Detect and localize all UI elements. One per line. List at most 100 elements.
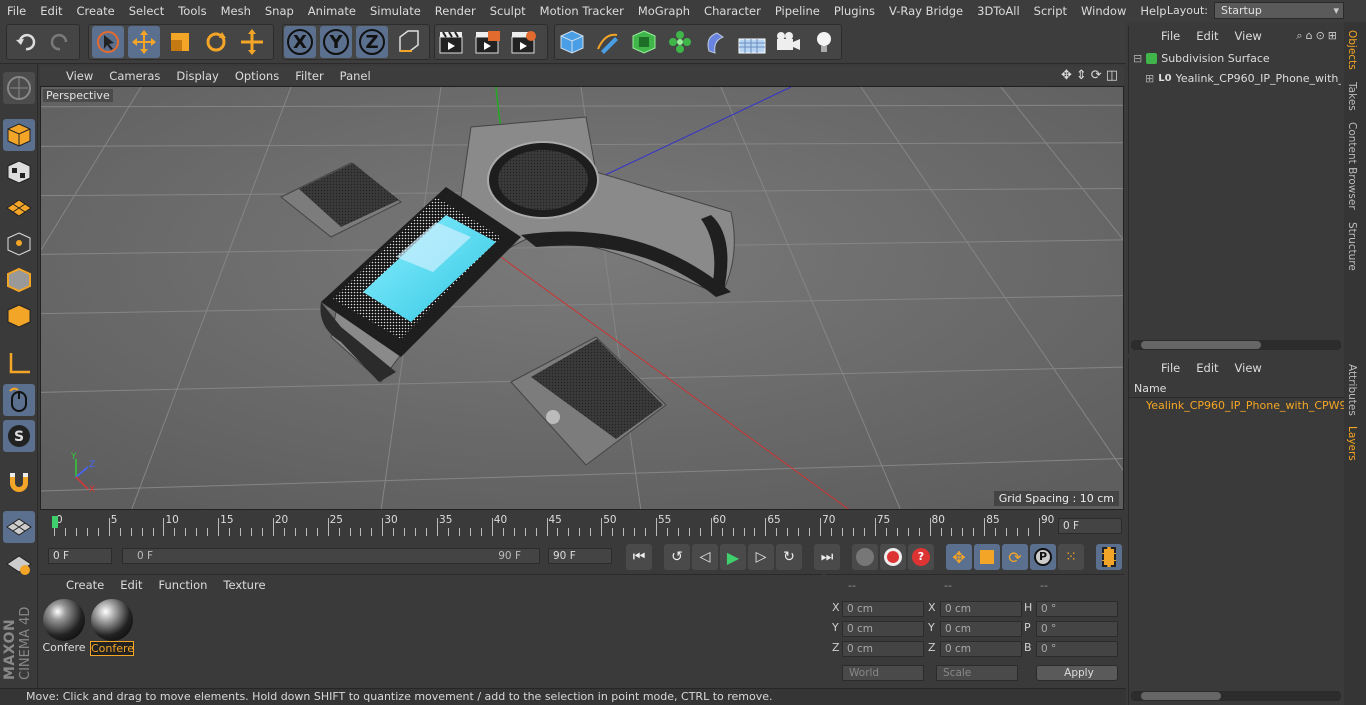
autokey-button[interactable] (880, 544, 906, 570)
key-rotation-button[interactable]: ⟳ (1002, 544, 1028, 570)
undo-button[interactable] (10, 26, 42, 58)
make-editable-button[interactable] (3, 72, 35, 104)
tab-takes[interactable]: Takes (1346, 82, 1358, 111)
enable-axis-button[interactable] (3, 348, 35, 380)
playhead[interactable] (52, 516, 58, 528)
pan-icon[interactable]: ✥ (1061, 68, 1072, 83)
menu-character[interactable]: Character (697, 4, 768, 18)
position-x-field[interactable]: 0 cm (842, 601, 924, 617)
points-mode-button[interactable] (3, 228, 35, 260)
cube-button[interactable] (556, 26, 588, 58)
menu-plugins[interactable]: Plugins (827, 4, 882, 18)
render-view-button[interactable] (436, 26, 468, 58)
viewport-menu-view[interactable]: View (58, 69, 101, 83)
menu-script[interactable]: Script (1027, 4, 1074, 18)
tab-layers[interactable]: Layers (1346, 426, 1358, 461)
size-y-field[interactable]: 0 cm (940, 621, 1022, 637)
object-menu-edit[interactable]: Edit (1188, 29, 1226, 43)
next-key-button[interactable]: ↻ (776, 544, 802, 570)
menu-create[interactable]: Create (70, 4, 122, 18)
menu-select[interactable]: Select (122, 4, 171, 18)
timeline-window-button[interactable] (1096, 544, 1122, 570)
texture-mode-button[interactable] (3, 156, 35, 188)
menu-file[interactable]: File (0, 4, 33, 18)
cloner-button[interactable] (664, 26, 696, 58)
dolly-icon[interactable]: ⇕ (1076, 68, 1087, 83)
viewport-menu-filter[interactable]: Filter (287, 69, 331, 83)
end-frame-field[interactable]: 90 F (548, 548, 612, 564)
rotation-p-field[interactable]: 0 ° (1036, 621, 1118, 637)
menu-pipeline[interactable]: Pipeline (768, 4, 827, 18)
render-picture-viewer-button[interactable] (472, 26, 504, 58)
object-menu-view[interactable]: View (1227, 29, 1270, 43)
tab-objects[interactable]: Objects (1346, 30, 1358, 70)
record-keys-off-button[interactable] (852, 544, 878, 570)
prev-key-button[interactable]: ↺ (664, 544, 690, 570)
polygons-mode-button[interactable] (3, 300, 35, 332)
current-frame-field[interactable]: 0 F (1058, 518, 1122, 534)
planar-workplane-button[interactable] (3, 548, 35, 580)
redo-button[interactable] (44, 26, 76, 58)
tree-expand-icon[interactable]: ⊟ (1133, 52, 1142, 65)
tab-structure[interactable]: Structure (1346, 222, 1358, 271)
tab-content-browser[interactable]: Content Browser (1346, 122, 1358, 210)
subdivision-surface-button[interactable] (628, 26, 660, 58)
viewport-menu-panel[interactable]: Panel (332, 69, 379, 83)
goto-end-button[interactable]: ⏭ (814, 544, 840, 570)
material-menu-edit[interactable]: Edit (112, 578, 150, 592)
menu-3dtoall[interactable]: 3DToAll (970, 4, 1027, 18)
orbit-icon[interactable]: ⟳ (1091, 68, 1102, 83)
object-hscrollbar[interactable] (1131, 340, 1341, 350)
rotation-h-field[interactable]: 0 ° (1036, 601, 1118, 617)
material-swatch[interactable]: Confere (42, 599, 86, 657)
menu-vray-bridge[interactable]: V-Ray Bridge (882, 4, 970, 18)
scroll-thumb[interactable] (1141, 341, 1261, 349)
menu-motion-tracker[interactable]: Motion Tracker (533, 4, 631, 18)
tree-expand-icon[interactable]: ⊞ (1145, 72, 1154, 85)
menu-render[interactable]: Render (428, 4, 483, 18)
x-axis-lock-button[interactable]: X (284, 26, 316, 58)
maximize-icon[interactable]: ◫ (1106, 68, 1118, 83)
key-scale-button[interactable] (974, 544, 1000, 570)
menu-window[interactable]: Window (1074, 4, 1133, 18)
keyframe-selection-button[interactable]: ? (908, 544, 934, 570)
floor-button[interactable] (736, 26, 768, 58)
layer-menu-edit[interactable]: Edit (1188, 361, 1226, 375)
menu-snap[interactable]: Snap (258, 4, 301, 18)
model-mode-button[interactable] (3, 119, 35, 151)
snap-button[interactable] (3, 466, 35, 498)
object-menu-file[interactable]: File (1153, 29, 1188, 43)
coord-system-select[interactable]: World (842, 665, 924, 681)
scroll-thumb[interactable] (1141, 692, 1221, 700)
menu-edit[interactable]: Edit (33, 4, 69, 18)
coord-mode-select[interactable]: Scale (936, 665, 1018, 681)
menu-simulate[interactable]: Simulate (363, 4, 428, 18)
deformer-button[interactable] (700, 26, 732, 58)
prev-frame-button[interactable]: ◁ (692, 544, 718, 570)
rotate-tool-button[interactable] (200, 26, 232, 58)
tree-item-phone[interactable]: ⊞ L0 Yealink_CP960_IP_Phone_with_CPW90 (1145, 72, 1341, 85)
z-axis-lock-button[interactable]: Z (356, 26, 388, 58)
material-menu-function[interactable]: Function (151, 578, 216, 592)
tree-item-subdivision[interactable]: ⊟ Subdivision Surface (1133, 52, 1270, 65)
menu-sculpt[interactable]: Sculpt (483, 4, 533, 18)
tweak-mode-button[interactable] (3, 384, 35, 416)
viewport-menu-display[interactable]: Display (168, 69, 226, 83)
play-button[interactable]: ▶ (720, 544, 746, 570)
y-axis-lock-button[interactable]: Y (320, 26, 352, 58)
viewport-perspective[interactable]: Perspective Y Z X Grid Spacing : 10 cm (40, 86, 1124, 510)
key-pla-button[interactable]: ⁙ (1058, 544, 1084, 570)
object-toolbar-icons[interactable]: ⌕⌂⊙⊞ (1296, 29, 1340, 43)
render-settings-button[interactable] (508, 26, 540, 58)
apply-button[interactable]: Apply (1036, 665, 1118, 681)
layer-menu-view[interactable]: View (1227, 361, 1270, 375)
menu-animate[interactable]: Animate (301, 4, 363, 18)
pen-spline-button[interactable] (592, 26, 624, 58)
layer-menu-file[interactable]: File (1153, 361, 1188, 375)
solo-button[interactable]: S (3, 420, 35, 452)
next-frame-button[interactable]: ▷ (748, 544, 774, 570)
menu-mograph[interactable]: MoGraph (631, 4, 697, 18)
layout-select[interactable]: Startup (1214, 2, 1344, 19)
key-param-button[interactable]: P (1030, 544, 1056, 570)
rotation-b-field[interactable]: 0 ° (1036, 641, 1118, 657)
